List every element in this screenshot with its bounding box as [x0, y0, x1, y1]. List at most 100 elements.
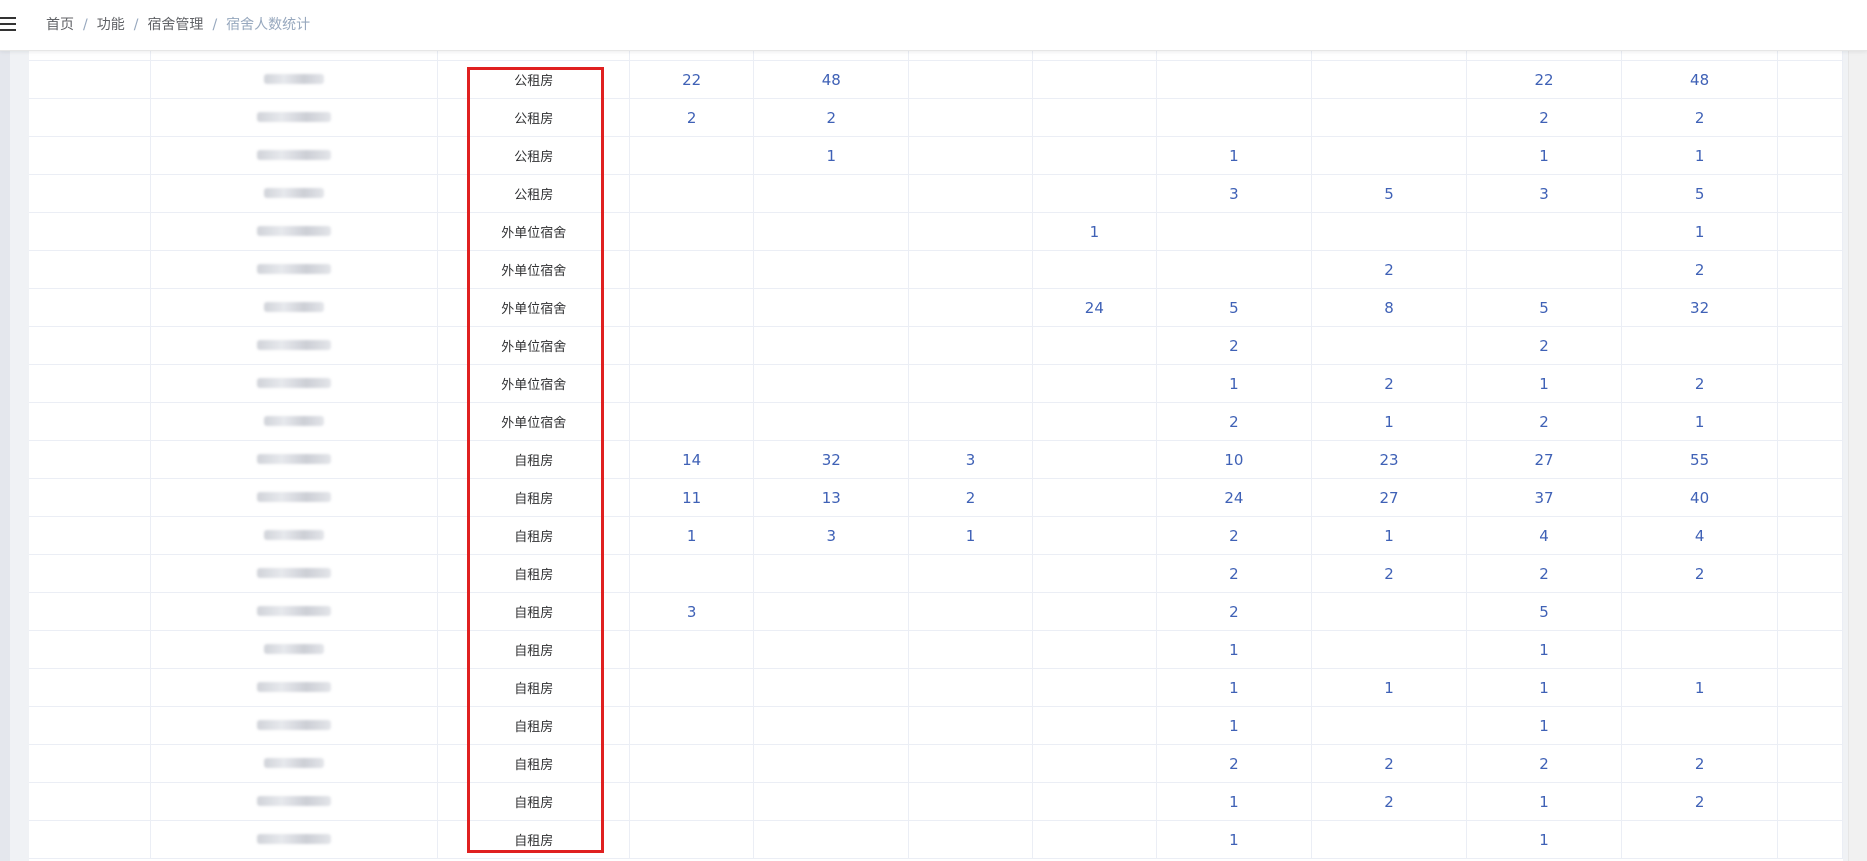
count-cell: 10 [1156, 440, 1312, 479]
count-cell: 22 [1466, 60, 1623, 99]
count-cell: 22 [629, 60, 755, 99]
table-row: 公租房 22 48 22 48 [29, 60, 1843, 99]
dorm-name-cell-redacted [150, 98, 439, 137]
count-cell [753, 668, 910, 707]
count-cell [753, 212, 910, 251]
housing-type-cell: 外单位宿舍 [437, 212, 631, 251]
count-cell: 5 [1156, 288, 1312, 327]
breadcrumb-dorm-management[interactable]: 宿舍管理 [147, 17, 203, 33]
count-cell: 2 [1156, 516, 1312, 555]
hamburger-menu-icon[interactable] [0, 17, 18, 33]
count-cell: 13 [753, 478, 910, 517]
dorm-name-cell-redacted [150, 50, 439, 61]
table-row: 外单位宿舍 1 1 [29, 212, 1843, 251]
housing-type-cell: 自租房 [437, 744, 631, 783]
count-cell [908, 744, 1033, 783]
row-leading-cell [29, 630, 152, 669]
count-cell: 2 [1466, 554, 1623, 593]
dorm-name-cell-redacted [150, 782, 439, 821]
count-cell [908, 402, 1033, 441]
redacted-text [257, 567, 332, 578]
count-cell: 2 [1466, 402, 1623, 441]
count-cell [1156, 250, 1312, 289]
row-leading-cell [29, 212, 152, 251]
count-cell: 2 [1621, 250, 1779, 289]
count-cell [1032, 60, 1157, 99]
count-cell: 1 [1156, 706, 1312, 745]
breadcrumb-home[interactable]: 首页 [46, 17, 74, 33]
count-cell: 4 [1621, 516, 1779, 555]
count-cell: 4 [1466, 516, 1623, 555]
housing-type-cell: 公租房 [437, 98, 631, 137]
count-cell [1311, 60, 1468, 99]
row-leading-cell [29, 478, 152, 517]
count-cell: 2 [1156, 326, 1312, 365]
count-cell [1156, 212, 1312, 251]
count-cell: 1 [1311, 50, 1468, 61]
count-cell: 1 [1156, 364, 1312, 403]
housing-type-cell: 外单位宿舍 [437, 326, 631, 365]
count-cell [1032, 98, 1157, 137]
count-cell: 2 [1311, 744, 1468, 783]
count-cell: 1 [1311, 668, 1468, 707]
count-cell: 32 [753, 440, 910, 479]
count-cell [753, 706, 910, 745]
count-cell [908, 174, 1033, 213]
count-cell [629, 668, 755, 707]
count-cell: 24 [1032, 288, 1157, 327]
count-cell: 2 [1621, 744, 1779, 783]
count-cell: 5 [1466, 592, 1623, 631]
redacted-text [257, 339, 332, 350]
count-cell: 24 [1156, 478, 1312, 517]
table-row: 自租房 1 3 1 2 1 4 4 [29, 516, 1843, 555]
count-cell [1311, 630, 1468, 669]
count-cell: 1 [1311, 402, 1468, 441]
row-trailing-cell [1777, 98, 1843, 137]
dorm-name-cell-redacted [150, 250, 439, 289]
row-leading-cell [29, 440, 152, 479]
housing-type-cell: 公租房 [437, 174, 631, 213]
count-cell: 37 [1466, 50, 1623, 61]
row-leading-cell [29, 288, 152, 327]
count-cell: 2 [1156, 554, 1312, 593]
dorm-name-cell-redacted [150, 364, 439, 403]
count-cell [629, 782, 755, 821]
redacted-text [264, 643, 325, 654]
housing-type-cell: 自租房 [437, 554, 631, 593]
breadcrumb-function[interactable]: 功能 [97, 17, 125, 33]
vertical-scrollbar[interactable] [1848, 50, 1867, 861]
table-row: 公租房3037113738 [29, 50, 1843, 61]
count-cell [753, 326, 910, 365]
redacted-text [257, 263, 332, 274]
redacted-text [264, 301, 325, 312]
count-cell: 8 [1311, 288, 1468, 327]
count-cell [1032, 364, 1157, 403]
count-cell [908, 326, 1033, 365]
count-cell: 5 [1311, 174, 1468, 213]
redacted-text [257, 681, 332, 692]
count-cell [753, 554, 910, 593]
housing-type-cell: 外单位宿舍 [437, 288, 631, 327]
table-row: 自租房 14 32 3 10 23 27 55 [29, 440, 1843, 479]
count-cell: 55 [1621, 440, 1779, 479]
row-trailing-cell [1777, 706, 1843, 745]
count-cell: 1 [1466, 630, 1623, 669]
row-trailing-cell [1777, 478, 1843, 517]
count-cell: 2 [1156, 592, 1312, 631]
table-row: 自租房 1 1 [29, 630, 1843, 669]
count-cell [1032, 630, 1157, 669]
count-cell [908, 288, 1033, 327]
table-row: 公租房 2 2 2 2 [29, 98, 1843, 137]
count-cell [629, 364, 755, 403]
count-cell [753, 820, 910, 859]
count-cell: 11 [629, 478, 755, 517]
housing-type-cell: 自租房 [437, 782, 631, 821]
dorm-name-cell-redacted [150, 326, 439, 365]
count-cell [629, 288, 755, 327]
count-cell: 1 [1621, 668, 1779, 707]
count-cell: 1 [1032, 212, 1157, 251]
row-leading-cell [29, 364, 152, 403]
count-cell [908, 60, 1033, 99]
count-cell: 1 [1621, 136, 1779, 175]
table-row: 公租房 1 1 1 1 [29, 136, 1843, 175]
